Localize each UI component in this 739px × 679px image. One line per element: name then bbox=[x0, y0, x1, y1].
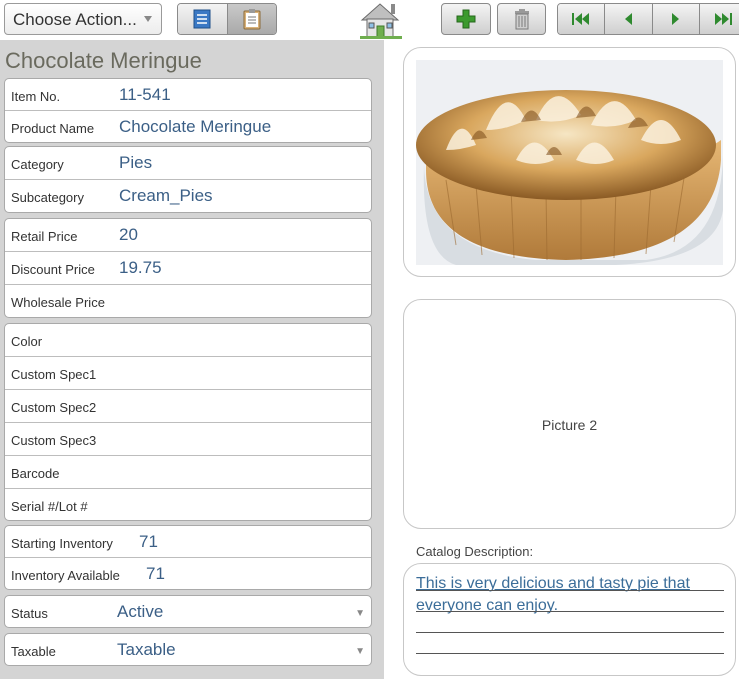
field-label: Status bbox=[11, 606, 48, 621]
field-label: Serial #/Lot # bbox=[11, 499, 88, 514]
previous-record-icon bbox=[625, 13, 633, 25]
picture-1-container[interactable] bbox=[403, 47, 736, 277]
list-view-button[interactable] bbox=[178, 4, 227, 34]
status-value[interactable]: Active bbox=[117, 602, 163, 622]
field-label: Subcategory bbox=[11, 190, 84, 205]
chevron-down-icon: ▼ bbox=[355, 608, 365, 619]
product-name-row[interactable]: Product Name Chocolate Meringue bbox=[5, 111, 371, 142]
first-record-button[interactable] bbox=[558, 4, 605, 34]
custom-spec3-row[interactable]: Custom Spec3 bbox=[5, 423, 371, 456]
subcategory-value[interactable]: Cream_Pies bbox=[119, 186, 213, 206]
field-label: Discount Price bbox=[11, 262, 95, 277]
trash-icon bbox=[514, 9, 529, 30]
field-label: Custom Spec2 bbox=[11, 400, 97, 415]
catalog-description-field[interactable]: This is very delicious and tasty pie tha… bbox=[403, 563, 736, 676]
category-value[interactable]: Pies bbox=[119, 153, 152, 173]
serial-lot-row[interactable]: Serial #/Lot # bbox=[5, 489, 371, 520]
field-label: Item No. bbox=[11, 89, 61, 104]
subcategory-row[interactable]: Subcategory Cream_Pies bbox=[5, 180, 371, 212]
inventory-available-value[interactable]: 71 bbox=[146, 564, 165, 584]
inventory-available-row[interactable]: Inventory Available 71 bbox=[5, 558, 371, 589]
discount-price-row[interactable]: Discount Price 19.75 bbox=[5, 252, 371, 285]
ruled-line bbox=[416, 653, 724, 654]
list-view-icon bbox=[193, 9, 211, 29]
identity-group: Item No. 11-541 Product Name Chocolate M… bbox=[4, 78, 372, 143]
delete-record-button[interactable] bbox=[497, 3, 546, 35]
inventory-group: Starting Inventory 71 Inventory Availabl… bbox=[4, 525, 372, 590]
form-view-button[interactable] bbox=[226, 4, 276, 34]
field-label: Inventory Available bbox=[11, 568, 120, 583]
ruled-line bbox=[416, 590, 724, 591]
taxable-dropdown[interactable]: Taxable Taxable ▼ bbox=[5, 634, 371, 665]
starting-inventory-value[interactable]: 71 bbox=[139, 532, 158, 552]
page-title: Chocolate Meringue bbox=[5, 48, 202, 73]
field-label: Taxable bbox=[11, 644, 56, 659]
wholesale-price-row[interactable]: Wholesale Price bbox=[5, 285, 371, 317]
product-photo bbox=[416, 60, 723, 265]
next-record-button[interactable] bbox=[651, 4, 699, 34]
field-label: Product Name bbox=[11, 121, 95, 136]
starting-inventory-row[interactable]: Starting Inventory 71 bbox=[5, 526, 371, 558]
taxable-group: Taxable Taxable ▼ bbox=[4, 633, 372, 666]
ruled-line bbox=[416, 632, 724, 633]
plus-icon bbox=[456, 9, 476, 29]
discount-price-value[interactable]: 19.75 bbox=[119, 258, 162, 278]
category-group: Category Pies Subcategory Cream_Pies bbox=[4, 146, 372, 213]
custom-spec2-row[interactable]: Custom Spec2 bbox=[5, 390, 371, 423]
item-no-row[interactable]: Item No. 11-541 bbox=[5, 79, 371, 111]
chevron-down-icon bbox=[144, 16, 152, 22]
clipboard-icon bbox=[243, 9, 261, 30]
product-name-value[interactable]: Chocolate Meringue bbox=[119, 117, 271, 137]
next-record-icon bbox=[671, 13, 679, 25]
catalog-description-label: Catalog Description: bbox=[416, 544, 534, 559]
home-icon bbox=[360, 3, 402, 39]
field-label: Category bbox=[11, 157, 64, 172]
field-label: Custom Spec3 bbox=[11, 433, 97, 448]
field-label: Color bbox=[11, 334, 43, 349]
specs-group: Color Custom Spec1 Custom Spec2 Custom S… bbox=[4, 323, 372, 521]
barcode-row[interactable]: Barcode bbox=[5, 456, 371, 489]
item-no-value[interactable]: 11-541 bbox=[119, 85, 171, 105]
last-record-icon bbox=[714, 13, 732, 25]
previous-record-button[interactable] bbox=[604, 4, 652, 34]
choose-action-dropdown[interactable]: Choose Action... bbox=[4, 3, 162, 35]
category-row[interactable]: Category Pies bbox=[5, 147, 371, 180]
field-label: Custom Spec1 bbox=[11, 367, 97, 382]
view-toggle bbox=[177, 3, 277, 35]
toolbar: Choose Action... bbox=[0, 0, 739, 40]
media-panel: Picture 2 Catalog Description: This is v… bbox=[384, 40, 739, 679]
field-label: Starting Inventory bbox=[11, 536, 113, 551]
first-record-icon bbox=[572, 13, 590, 25]
record-navigation bbox=[557, 3, 739, 35]
home-button[interactable] bbox=[358, 0, 404, 40]
add-record-button[interactable] bbox=[441, 3, 491, 35]
choose-action-label: Choose Action... bbox=[13, 10, 137, 29]
chevron-down-icon: ▼ bbox=[355, 646, 365, 657]
field-label: Barcode bbox=[11, 466, 60, 481]
picture-2-label: Picture 2 bbox=[541, 417, 598, 433]
color-row[interactable]: Color bbox=[5, 324, 371, 357]
custom-spec1-row[interactable]: Custom Spec1 bbox=[5, 357, 371, 390]
pricing-group: Retail Price 20 Discount Price 19.75 Who… bbox=[4, 218, 372, 318]
last-record-button[interactable] bbox=[698, 4, 739, 34]
picture-2-placeholder[interactable]: Picture 2 bbox=[403, 299, 736, 529]
field-label: Retail Price bbox=[11, 229, 78, 244]
status-dropdown[interactable]: Status Active ▼ bbox=[5, 596, 371, 627]
field-label: Wholesale Price bbox=[11, 295, 105, 310]
taxable-value[interactable]: Taxable bbox=[117, 640, 176, 660]
retail-price-row[interactable]: Retail Price 20 bbox=[5, 219, 371, 252]
ruled-line bbox=[416, 611, 724, 612]
status-group: Status Active ▼ bbox=[4, 595, 372, 628]
retail-price-value[interactable]: 20 bbox=[119, 225, 138, 245]
record-form: Chocolate Meringue Item No. 11-541 Produ… bbox=[0, 40, 384, 679]
